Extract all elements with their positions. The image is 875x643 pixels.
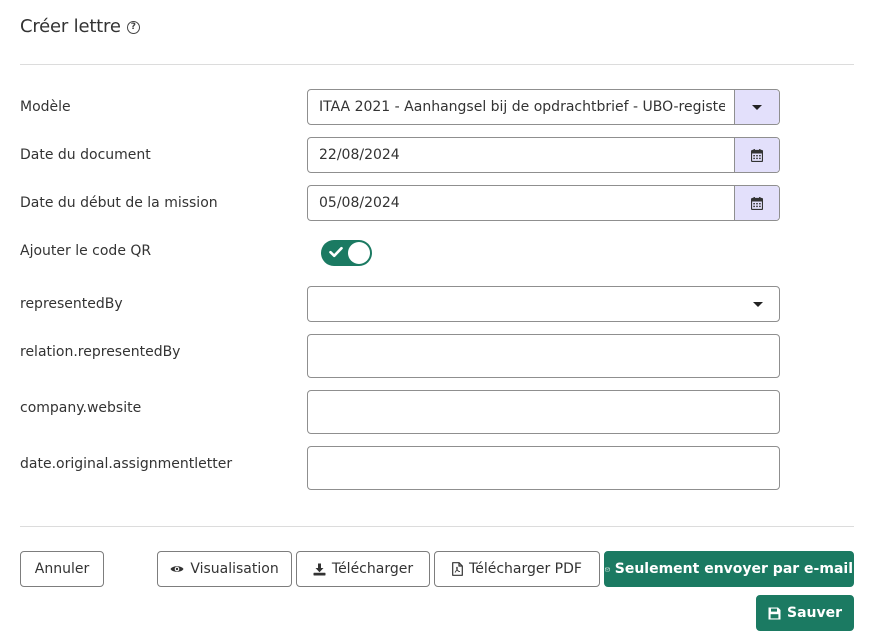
mission-start-date-input[interactable]: 05/08/2024	[307, 185, 780, 221]
download-pdf-button-label: Télécharger PDF	[469, 561, 582, 577]
save-button[interactable]: Sauver	[756, 595, 854, 631]
mission-start-date-calendar-button[interactable]	[734, 186, 779, 220]
cancel-button-label: Annuler	[34, 561, 90, 577]
company-website-label: company.website	[20, 400, 142, 416]
qr-code-label: Ajouter le code QR	[20, 243, 152, 259]
company-website-input[interactable]	[307, 390, 780, 434]
represented-by-label: representedBy	[20, 296, 123, 312]
eye-icon	[170, 566, 184, 572]
qr-code-toggle[interactable]	[321, 240, 372, 266]
help-icon[interactable]: ?	[126, 21, 140, 34]
preview-button[interactable]: Visualisation	[157, 551, 292, 587]
original-assignment-letter-date-input[interactable]	[307, 446, 780, 490]
original-assignment-letter-date-label: date.original.assignmentletter	[20, 456, 233, 472]
mission-start-date-label: Date du début de la mission	[20, 195, 218, 211]
download-icon	[313, 563, 326, 575]
document-date-label: Date du document	[20, 147, 151, 163]
footer-divider	[20, 526, 854, 527]
envelope-icon	[605, 567, 610, 571]
relation-represented-by-input[interactable]	[307, 334, 780, 378]
document-date-input[interactable]: 22/08/2024	[307, 137, 780, 173]
preview-button-label: Visualisation	[190, 561, 279, 577]
toggle-knob	[348, 242, 370, 264]
cancel-button[interactable]: Annuler	[20, 551, 104, 587]
model-value: ITAA 2021 - Aanhangsel bij de opdrachtbr…	[319, 99, 725, 115]
floppy-disk-icon	[768, 607, 781, 619]
document-date-calendar-button[interactable]	[734, 138, 779, 172]
download-pdf-button[interactable]: Télécharger PDF	[434, 551, 600, 587]
model-select[interactable]: ITAA 2021 - Aanhangsel bij de opdrachtbr…	[307, 89, 780, 125]
calendar-icon	[751, 148, 763, 162]
download-button[interactable]: Télécharger	[296, 551, 430, 587]
send-email-only-button[interactable]: Seulement envoyer par e-mail	[604, 551, 854, 587]
page-title-container: Créer lettre ?	[20, 16, 140, 37]
check-icon	[329, 246, 343, 258]
represented-by-select[interactable]	[307, 286, 780, 322]
model-dropdown-button[interactable]	[734, 90, 779, 124]
pdf-file-icon	[452, 562, 463, 576]
page-title: Créer lettre	[20, 16, 121, 37]
caret-down-icon	[752, 104, 762, 110]
relation-represented-by-label: relation.representedBy	[20, 344, 181, 360]
calendar-icon	[751, 196, 763, 210]
model-label: Modèle	[20, 99, 71, 115]
document-date-value: 22/08/2024	[319, 147, 400, 163]
send-email-only-button-label: Seulement envoyer par e-mail	[614, 561, 853, 577]
mission-start-date-value: 05/08/2024	[319, 195, 400, 211]
header-divider	[20, 64, 854, 65]
save-button-label: Sauver	[786, 605, 843, 621]
download-button-label: Télécharger	[331, 561, 414, 577]
caret-down-icon	[753, 302, 763, 307]
